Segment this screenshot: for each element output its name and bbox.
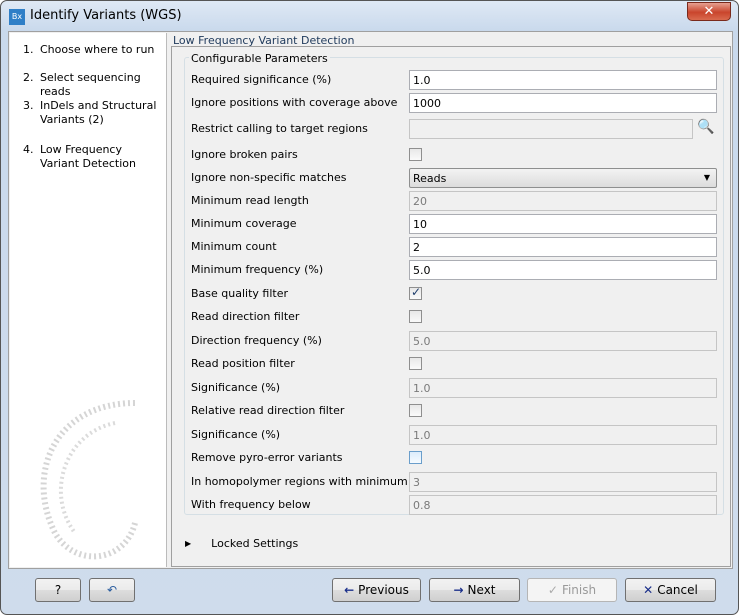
param-label: Significance (%) — [191, 428, 281, 441]
step-label: Low Frequency Variant Detection — [40, 143, 136, 170]
param-input: 3 — [409, 472, 717, 492]
dialog-window: Bx Identify Variants (WGS) ✕ 1. Choose wh… — [0, 0, 739, 615]
window-title: Identify Variants (WGS) — [30, 8, 182, 23]
input-value: 1.0 — [413, 382, 431, 395]
step-number: 1. — [23, 43, 34, 56]
x-icon: ✕ — [643, 583, 654, 597]
close-icon: ✕ — [703, 4, 715, 19]
param-input[interactable]: 1000 — [409, 93, 717, 113]
param-checkbox[interactable] — [409, 404, 422, 417]
param-label: Read position filter — [191, 357, 295, 370]
browse-folder-icon[interactable]: 🔍 — [697, 119, 714, 135]
cancel-button[interactable]: ✕ Cancel — [625, 578, 716, 602]
param-input: 20 — [409, 191, 717, 211]
locked-settings-label: Locked Settings — [211, 537, 299, 550]
param-label: Minimum coverage — [191, 217, 297, 230]
decorative-swirl-icon — [40, 400, 138, 560]
expand-triangle-icon: ▶ — [185, 539, 192, 548]
wizard-step-2[interactable]: 2. Select sequencing reads — [23, 71, 163, 99]
input-value: 10 — [413, 218, 427, 231]
reset-button[interactable]: ↶ — [89, 578, 135, 602]
input-value: 5.0 — [413, 264, 431, 277]
step-number: 4. — [23, 143, 34, 156]
param-input[interactable]: 1.0 — [409, 70, 717, 90]
step-number: 2. — [23, 71, 34, 84]
param-label: Direction frequency (%) — [191, 334, 322, 347]
param-label: Restrict calling to target regions — [191, 122, 368, 135]
param-label: Ignore non-specific matches — [191, 171, 347, 184]
param-input[interactable]: 2 — [409, 237, 717, 257]
input-value: 3 — [413, 476, 420, 489]
param-label: Required significance (%) — [191, 73, 332, 86]
wizard-step-3[interactable]: 3. InDels and Structural Variants (2) — [23, 99, 163, 127]
input-value: 0.8 — [413, 499, 431, 512]
finish-button[interactable]: ✓ Finish — [527, 578, 617, 602]
param-checkbox[interactable] — [409, 148, 422, 161]
param-label: Ignore broken pairs — [191, 148, 298, 161]
param-input: 0.8 — [409, 495, 717, 515]
locked-settings-toggle[interactable]: ▶ Locked Settings — [185, 537, 298, 550]
panel-content: Configurable Parameters Required signifi… — [171, 46, 731, 567]
input-value: 1.0 — [413, 74, 431, 87]
param-checkbox[interactable] — [409, 285, 422, 300]
param-dropdown[interactable]: Reads ▼ — [409, 168, 717, 188]
param-checkbox[interactable] — [409, 310, 422, 323]
param-label: Base quality filter — [191, 287, 288, 300]
checkmark-icon: ✓ — [547, 583, 558, 597]
settings-panel: Low Frequency Variant Detection Configur… — [170, 33, 732, 567]
param-label: Remove pyro-error variants — [191, 451, 343, 464]
param-input[interactable]: 5.0 — [409, 260, 717, 280]
input-value: 2 — [413, 241, 420, 254]
param-label: Read direction filter — [191, 310, 300, 323]
group-title: Configurable Parameters — [189, 52, 330, 65]
chevron-down-icon: ▼ — [703, 173, 710, 182]
step-label: InDels and Structural Variants (2) — [40, 99, 157, 126]
step-number: 3. — [23, 99, 34, 112]
param-input — [409, 119, 693, 139]
param-label: Relative read direction filter — [191, 404, 345, 417]
input-value: 1000 — [413, 97, 441, 110]
param-input: 1.0 — [409, 378, 717, 398]
param-label: In homopolymer regions with minimum leng… — [191, 475, 447, 488]
param-label: Minimum read length — [191, 194, 309, 207]
app-icon: Bx — [9, 9, 25, 25]
param-label: Minimum count — [191, 240, 277, 253]
param-label: Significance (%) — [191, 381, 281, 394]
param-label: Ignore positions with coverage above — [191, 96, 398, 109]
step-label: Select sequencing reads — [40, 71, 141, 98]
next-button[interactable]: → Next — [429, 578, 520, 602]
step-label: Choose where to run — [40, 43, 155, 56]
arrow-left-icon: ← — [344, 583, 355, 597]
param-checkbox[interactable] — [409, 357, 422, 370]
wizard-steps: 1. Choose where to run 2. Select sequencing… — [10, 33, 167, 567]
param-input: 1.0 — [409, 425, 717, 445]
configurable-parameters-group: Configurable Parameters Required signifi… — [184, 52, 724, 515]
param-input: 5.0 — [409, 331, 717, 351]
input-value: 1.0 — [413, 429, 431, 442]
param-input[interactable]: 10 — [409, 214, 717, 234]
dialog-body: 1. Choose where to run 2. Select sequencing… — [8, 31, 733, 569]
wizard-step-1[interactable]: 1. Choose where to run — [23, 43, 163, 57]
reset-icon: ↶ — [106, 583, 118, 597]
input-value: 20 — [413, 195, 427, 208]
input-value: Reads — [413, 172, 447, 185]
input-value: 5.0 — [413, 335, 431, 348]
param-label: With frequency below — [191, 498, 311, 511]
close-button[interactable]: ✕ — [687, 2, 731, 21]
arrow-right-icon: → — [453, 583, 464, 597]
help-button[interactable]: ? — [35, 578, 81, 602]
wizard-step-4[interactable]: 4. Low Frequency Variant Detection — [23, 143, 163, 171]
param-checkbox[interactable] — [409, 451, 422, 464]
previous-button[interactable]: ← Previous — [332, 578, 421, 602]
param-label: Minimum frequency (%) — [191, 263, 324, 276]
